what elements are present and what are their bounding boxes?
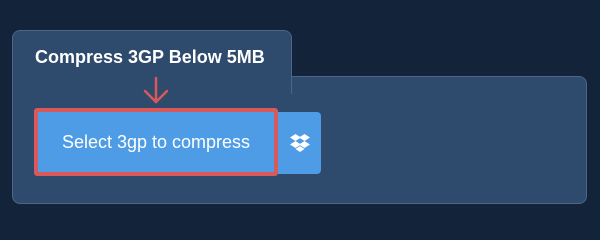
dropbox-button[interactable]	[278, 112, 321, 174]
select-file-label: Select 3gp to compress	[61, 131, 251, 152]
tab-title: Compress 3GP Below 5MB	[35, 47, 265, 67]
select-file-button[interactable]: Select 3gp to compress	[34, 108, 278, 176]
dropbox-icon	[289, 134, 310, 152]
arrow-down-icon	[143, 76, 169, 104]
